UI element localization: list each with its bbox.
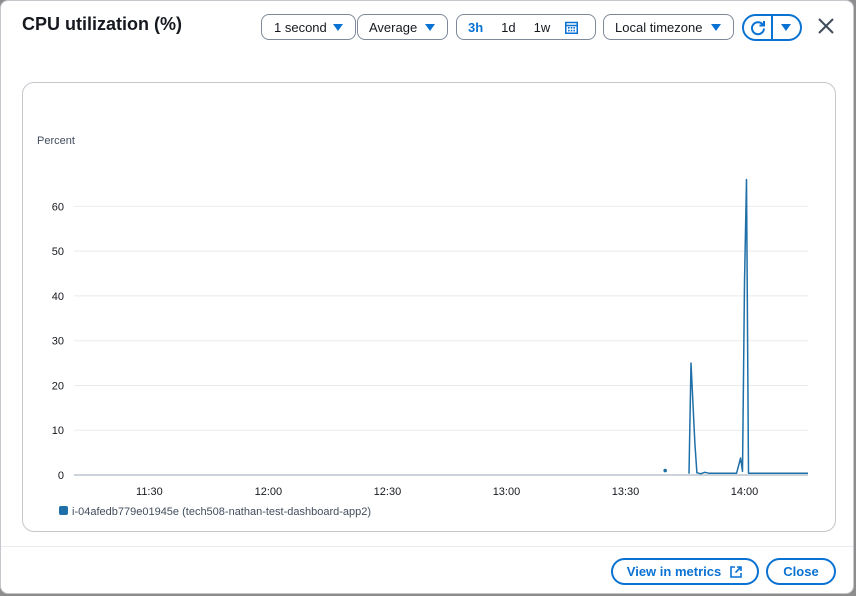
y-tick-label: 0	[58, 470, 64, 482]
caret-down-icon	[425, 23, 435, 31]
calendar-icon	[565, 21, 579, 34]
refresh-button[interactable]	[744, 16, 771, 39]
range-1w-button[interactable]: 1w	[525, 15, 560, 39]
range-3h-button[interactable]: 3h	[459, 15, 492, 39]
refresh-button-group	[742, 14, 802, 41]
view-in-metrics-button[interactable]: View in metrics	[611, 558, 759, 585]
custom-range-button[interactable]	[559, 15, 587, 39]
modal-title: CPU utilization (%)	[22, 14, 182, 34]
data-point	[663, 468, 667, 473]
external-link-icon	[730, 565, 743, 578]
y-axis-label: Percent	[37, 135, 75, 147]
timezone-select-label: Local timezone	[615, 19, 703, 35]
caret-down-icon	[333, 23, 343, 31]
legend-entry[interactable]: i-04afedb779e01945e (tech508-nathan-test…	[72, 506, 371, 518]
y-tick-label: 20	[52, 380, 64, 392]
chart-panel: Percent 0 10 20 30 40 50 60 11:30 12:00 12:30 13:…	[22, 82, 836, 532]
legend-swatch	[59, 506, 68, 515]
x-tick-label: 12:00	[255, 486, 283, 498]
close-button-label: Close	[783, 564, 819, 579]
range-1d-button[interactable]: 1d	[492, 15, 524, 39]
view-in-metrics-label: View in metrics	[626, 564, 722, 579]
x-tick-label: 13:30	[612, 486, 640, 498]
refresh-icon	[750, 20, 765, 35]
statistic-select[interactable]: Average	[357, 14, 448, 40]
metric-modal: CPU utilization (%) 1 second Average 3h …	[0, 0, 854, 594]
footer-divider	[1, 546, 853, 547]
x-tick-label: 11:30	[136, 486, 163, 498]
timezone-select[interactable]: Local timezone	[603, 14, 734, 40]
y-tick-label: 30	[52, 336, 64, 348]
x-tick-label: 12:30	[374, 486, 402, 498]
caret-down-icon	[711, 23, 721, 31]
time-range-group: 3h 1d 1w	[456, 14, 596, 40]
cpu-chart: Percent 0 10 20 30 40 50 60 11:30 12:00 12:30 13:…	[37, 135, 808, 518]
y-tick-label: 60	[52, 201, 64, 213]
close-icon[interactable]	[815, 15, 837, 37]
period-select-label: 1 second	[274, 19, 327, 35]
period-select[interactable]: 1 second	[261, 14, 356, 40]
statistic-select-label: Average	[369, 19, 418, 35]
y-tick-label: 10	[52, 425, 64, 437]
x-tick-label: 13:00	[493, 486, 521, 498]
caret-down-icon	[781, 24, 792, 31]
y-tick-label: 50	[52, 246, 64, 258]
y-tick-label: 40	[52, 291, 64, 303]
refresh-options-button[interactable]	[773, 16, 800, 39]
close-button[interactable]: Close	[766, 558, 836, 585]
series-line	[688, 178, 808, 475]
x-tick-label: 14:00	[731, 486, 759, 498]
